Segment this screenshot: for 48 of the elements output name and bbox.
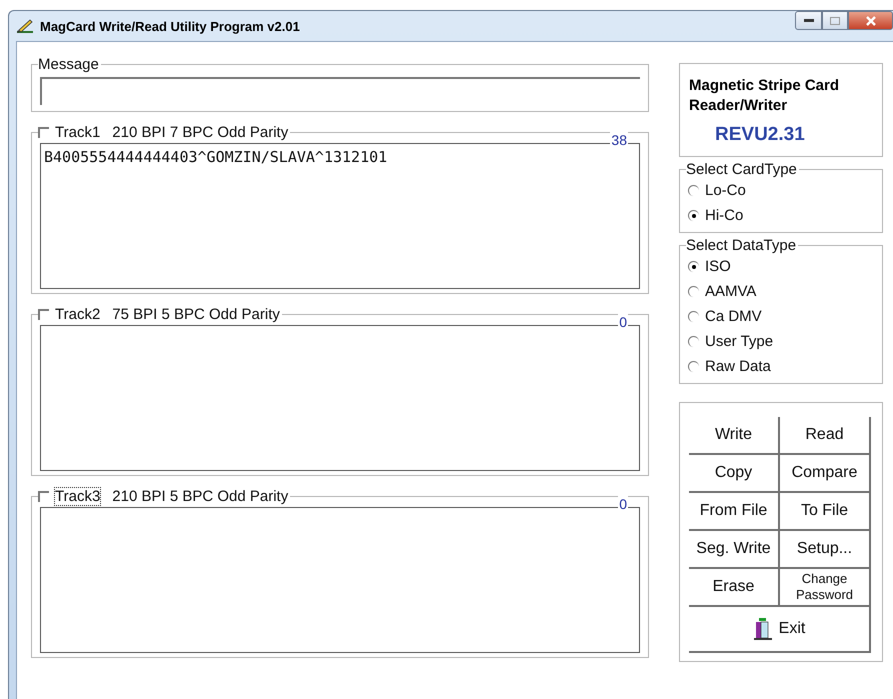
character-count: 0 (618, 496, 628, 512)
minimize-button[interactable] (795, 11, 822, 30)
track-spec: 75 BPI 5 BPC Odd Parity (112, 306, 280, 323)
option-label: Ca DMV (705, 308, 762, 325)
radio-option[interactable]: User Type (688, 329, 876, 354)
command-button[interactable]: Read (780, 417, 871, 455)
option-label: Lo-Co (705, 182, 746, 199)
group-label: Select CardType (686, 161, 798, 178)
command-button[interactable]: Compare (780, 455, 871, 493)
close-icon (864, 16, 876, 26)
radio-option[interactable]: AAMVA (688, 279, 876, 304)
character-count: 38 (610, 132, 628, 148)
command-button[interactable]: Erase (689, 569, 780, 607)
character-count: 0 (618, 314, 628, 330)
device-title: Magnetic Stripe Card Reader/Writer (689, 76, 840, 116)
track-label: Track1 (55, 124, 100, 141)
group-label: Message (38, 56, 100, 73)
radio-option[interactable]: Hi-Co (688, 203, 876, 228)
track-label: Track3 (55, 488, 100, 505)
radio-option[interactable]: Lo-Co (688, 178, 876, 203)
option-label: AAMVA (705, 283, 756, 300)
maximize-button[interactable] (822, 11, 848, 30)
command-button[interactable]: Change Password (780, 569, 871, 607)
command-button[interactable]: From File (689, 493, 780, 531)
radio-option[interactable]: Raw Data (688, 354, 876, 379)
group-label: Select DataType (686, 237, 798, 254)
track-spec: 210 BPI 5 BPC Odd Parity (112, 488, 288, 505)
window-title: MagCard Write/Read Utility Program v2.01 (40, 18, 300, 34)
command-button[interactable]: Seg. Write (689, 531, 780, 569)
minimize-icon (804, 18, 814, 22)
command-button[interactable]: Write (689, 417, 780, 455)
radio-option[interactable]: Ca DMV (688, 304, 876, 329)
option-label: Raw Data (705, 358, 771, 375)
option-label: User Type (705, 333, 774, 350)
revision-label: REVU2.31 (714, 124, 806, 146)
command-button[interactable]: Copy (689, 455, 780, 493)
pencil-icon (16, 18, 34, 34)
door-icon (752, 617, 773, 641)
command-button[interactable]: Setup... (780, 531, 871, 569)
radio-option[interactable]: ISO (688, 254, 876, 279)
command-button[interactable]: To File (780, 493, 871, 531)
maximize-icon (830, 16, 840, 24)
track-label: Track2 (55, 306, 100, 323)
close-button[interactable] (848, 11, 893, 30)
track-spec: 210 BPI 7 BPC Odd Parity (112, 124, 288, 141)
option-label: Hi-Co (705, 207, 744, 224)
option-label: ISO (705, 258, 731, 275)
exit-button[interactable]: Exit (689, 607, 871, 653)
